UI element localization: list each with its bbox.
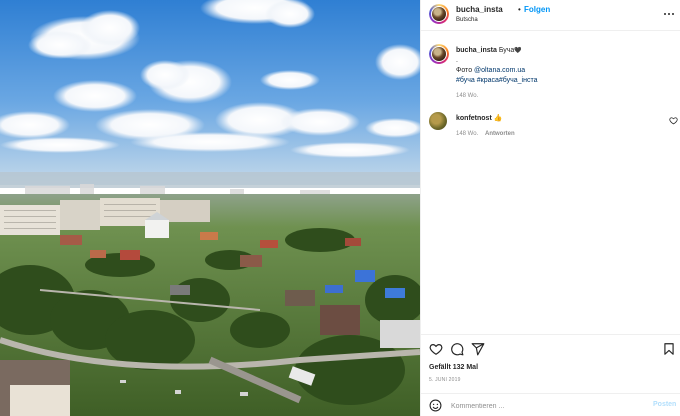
share-icon[interactable] [471, 342, 485, 356]
likes-count[interactable]: Gefällt 132 Mal [429, 364, 478, 371]
black-heart-emoji: 🖤 [514, 48, 522, 54]
location-link[interactable]: Butscha [456, 17, 478, 23]
caption-hashtags[interactable]: #буча #краса#буча_інста [456, 76, 671, 86]
comment: konfetnost 👍 [456, 114, 502, 122]
caption-photo-prefix: Фото [456, 67, 473, 74]
emoji-icon[interactable] [429, 399, 442, 412]
caption-username[interactable]: bucha_insta [456, 47, 497, 54]
reply-button[interactable]: Antworten [485, 131, 515, 137]
comment-avatar[interactable] [429, 112, 447, 130]
add-comment-bar: Posten [421, 393, 680, 416]
comment-time: 148 Wo. [456, 131, 479, 137]
heart-outline-icon[interactable] [429, 342, 443, 356]
post-caption: bucha_insta Буча🖤 . Фото @oltana.com.ua … [456, 46, 671, 86]
bookmark-icon[interactable] [662, 342, 676, 356]
comment-input[interactable] [451, 400, 641, 412]
heart-outline-icon[interactable] [669, 116, 678, 125]
caption-text: Буча [498, 47, 515, 54]
more-horizontal-icon[interactable] [664, 8, 674, 20]
instagram-post: bucha_insta • Folgen Butscha bucha_insta… [0, 0, 680, 416]
comment-username[interactable]: konfetnost [456, 115, 492, 122]
aerial-city-photo [0, 0, 420, 416]
caption-dot-line: . [456, 57, 458, 64]
comment-text: 👍 [493, 115, 503, 122]
post-header: bucha_insta • Folgen Butscha [421, 0, 680, 31]
post-photo[interactable] [0, 0, 420, 416]
separator-dot: • [518, 5, 521, 14]
post-sidebar: bucha_insta • Folgen Butscha bucha_insta… [420, 0, 680, 416]
header-username[interactable]: bucha_insta [456, 5, 503, 14]
avatar[interactable] [429, 4, 449, 24]
post-comment-button[interactable]: Posten [653, 401, 676, 408]
action-bar: Gefällt 132 Mal 5. JUNI 2019 Posten [421, 334, 680, 416]
caption-avatar[interactable] [429, 44, 449, 64]
comment-icon[interactable] [450, 342, 464, 356]
caption-time: 148 Wo. [456, 93, 479, 99]
post-date: 5. JUNI 2019 [429, 377, 461, 383]
photo-credit-link[interactable]: @oltana.com.ua [474, 67, 525, 74]
follow-button[interactable]: Folgen [524, 5, 550, 14]
